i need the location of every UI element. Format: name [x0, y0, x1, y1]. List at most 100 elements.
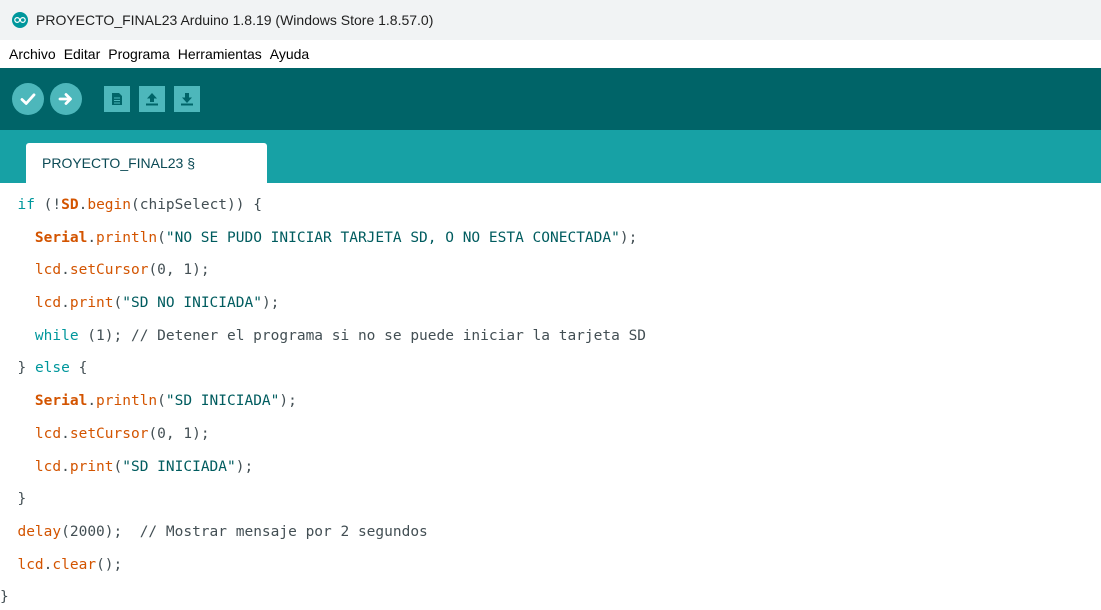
- menu-bar: Archivo Editar Programa Herramientas Ayu…: [0, 40, 1101, 68]
- code-line: }: [0, 581, 1101, 610]
- code-token: print: [69, 458, 114, 475]
- code-line: }: [0, 483, 1101, 516]
- save-sketch-button[interactable]: [174, 86, 200, 112]
- code-token: .: [61, 425, 70, 442]
- code-token: if: [17, 197, 35, 213]
- menu-herramientas[interactable]: Herramientas: [175, 46, 265, 62]
- code-token: begin: [87, 197, 131, 213]
- code-line: } else {: [0, 352, 1101, 385]
- code-token: ();: [96, 556, 123, 573]
- code-token: println: [96, 393, 158, 410]
- code-token: (1);: [78, 327, 131, 344]
- code-token: }: [17, 360, 35, 377]
- code-token: Serial: [34, 229, 88, 246]
- code-token: (2000);: [61, 523, 140, 540]
- code-token: "SD INICIADA": [165, 393, 280, 410]
- new-sketch-button[interactable]: [104, 86, 130, 112]
- code-token: );: [261, 295, 280, 312]
- arduino-ide-window: PROYECTO_FINAL23 Arduino 1.8.19 (Windows…: [0, 0, 1101, 610]
- code-token: (0, 1);: [148, 262, 210, 279]
- code-line: delay(2000); // Mostrar mensaje por 2 se…: [0, 516, 1101, 549]
- code-token: lcd: [34, 262, 62, 279]
- toolbar: [0, 68, 1101, 130]
- arduino-logo-icon: [12, 12, 28, 28]
- code-token: (!: [34, 197, 62, 213]
- menu-ayuda[interactable]: Ayuda: [267, 46, 312, 62]
- code-token: .: [61, 458, 70, 475]
- code-token: clear: [52, 556, 97, 573]
- code-line: lcd.setCursor(0, 1);: [0, 254, 1101, 287]
- code-token: setCursor: [69, 262, 149, 279]
- code-line: lcd.print("SD NO INICIADA");: [0, 287, 1101, 320]
- code-token: (: [113, 295, 123, 312]
- code-token: );: [279, 393, 297, 410]
- code-token: "SD NO INICIADA": [122, 295, 262, 312]
- open-sketch-button[interactable]: [139, 86, 165, 112]
- tab-label: PROYECTO_FINAL23 §: [42, 155, 196, 171]
- verify-icon: [20, 93, 36, 105]
- code-token: );: [235, 458, 254, 475]
- code-token: .: [61, 295, 70, 312]
- title-bar: PROYECTO_FINAL23 Arduino 1.8.19 (Windows…: [0, 0, 1101, 40]
- menu-programa[interactable]: Programa: [105, 46, 172, 62]
- code-token: while: [34, 327, 79, 344]
- code-token: }: [0, 589, 9, 606]
- code-token: "NO SE PUDO INICIAR TARJETA SD, O NO EST…: [165, 229, 620, 246]
- code-token: lcd: [17, 556, 44, 573]
- code-token: lcd: [34, 458, 62, 475]
- code-token: lcd: [34, 425, 62, 442]
- code-token: println: [96, 229, 158, 246]
- code-token: else: [34, 360, 70, 377]
- code-token: {: [69, 360, 88, 377]
- code-token: "SD INICIADA": [122, 458, 236, 475]
- code-token: SD: [61, 197, 79, 213]
- code-line: lcd.clear();: [0, 549, 1101, 582]
- code-token: setCursor: [69, 425, 149, 442]
- code-token: // Mostrar mensaje por 2 segundos: [139, 523, 428, 540]
- code-line: while (1); // Detener el programa si no …: [0, 320, 1101, 353]
- code-token: .: [61, 262, 70, 279]
- code-token: // Detener el programa si no se puede in…: [130, 327, 647, 344]
- tab-proyecto-final23[interactable]: PROYECTO_FINAL23 §: [26, 143, 267, 183]
- code-token: (: [157, 229, 166, 246]
- code-line: Serial.println("SD INICIADA");: [0, 385, 1101, 418]
- verify-button[interactable]: [12, 83, 44, 115]
- menu-editar[interactable]: Editar: [61, 46, 104, 62]
- code-token: (: [113, 458, 123, 475]
- upload-button[interactable]: [50, 83, 82, 115]
- code-token: delay: [17, 523, 62, 540]
- code-line: if (!SD.begin(chipSelect)) {: [0, 189, 1101, 222]
- code-editor[interactable]: if (!SD.begin(chipSelect)) { Serial.prin…: [0, 183, 1101, 610]
- code-token: (0, 1);: [148, 425, 210, 442]
- menu-archivo[interactable]: Archivo: [6, 46, 59, 62]
- code-line: lcd.setCursor(0, 1);: [0, 418, 1101, 451]
- code-token: (chipSelect)) {: [131, 197, 262, 213]
- code-line: Serial.println("NO SE PUDO INICIAR TARJE…: [0, 222, 1101, 255]
- new-file-icon: [112, 93, 122, 105]
- code-token: .: [87, 393, 97, 410]
- tab-strip: PROYECTO_FINAL23 §: [0, 130, 1101, 183]
- code-token: (: [157, 393, 166, 410]
- code-token: print: [69, 295, 114, 312]
- save-arrow-down-icon: [181, 93, 193, 106]
- code-token: lcd: [34, 295, 62, 312]
- upload-icon: [58, 93, 72, 105]
- open-arrow-up-icon: [146, 93, 158, 106]
- window-title: PROYECTO_FINAL23 Arduino 1.8.19 (Windows…: [36, 12, 434, 28]
- code-line: lcd.print("SD INICIADA");: [0, 451, 1101, 484]
- code-token: );: [619, 229, 638, 246]
- code-token: }: [17, 491, 27, 508]
- code-token: .: [87, 229, 97, 246]
